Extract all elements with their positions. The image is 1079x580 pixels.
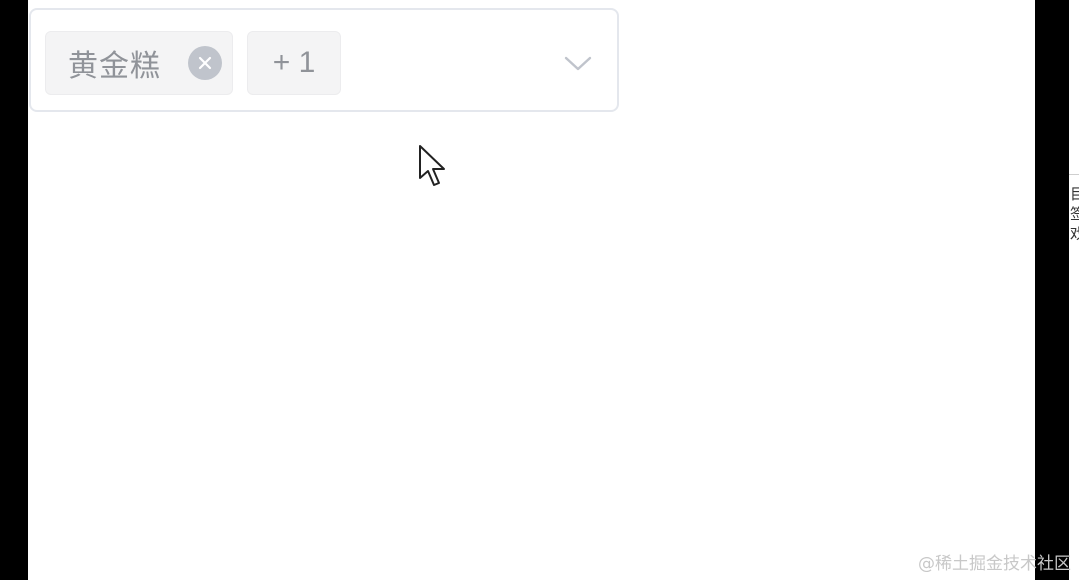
multi-select-input[interactable]: 黄金糕 + 1 [29, 8, 619, 112]
mouse-pointer-icon [419, 145, 445, 186]
adjacent-text-fragment: 签 [1070, 205, 1079, 223]
collapsed-tags-label: + 1 [272, 46, 316, 79]
collapsed-tags-count: + 1 [247, 31, 341, 95]
selected-tag-label: 黄金糕 [68, 49, 161, 84]
selected-tag: 黄金糕 [45, 31, 233, 95]
adjacent-window-strip [1069, 0, 1079, 580]
chevron-down-icon[interactable] [563, 48, 593, 78]
adjacent-window-divider [1069, 174, 1079, 175]
app-viewport: 黄金糕 + 1 [28, 0, 1035, 580]
adjacent-text-fragment: 目 [1070, 185, 1079, 203]
watermark: @稀土掘金技术社区 [918, 554, 1071, 574]
close-icon[interactable] [188, 46, 222, 80]
adjacent-text-fragment: 戏 [1070, 225, 1079, 243]
